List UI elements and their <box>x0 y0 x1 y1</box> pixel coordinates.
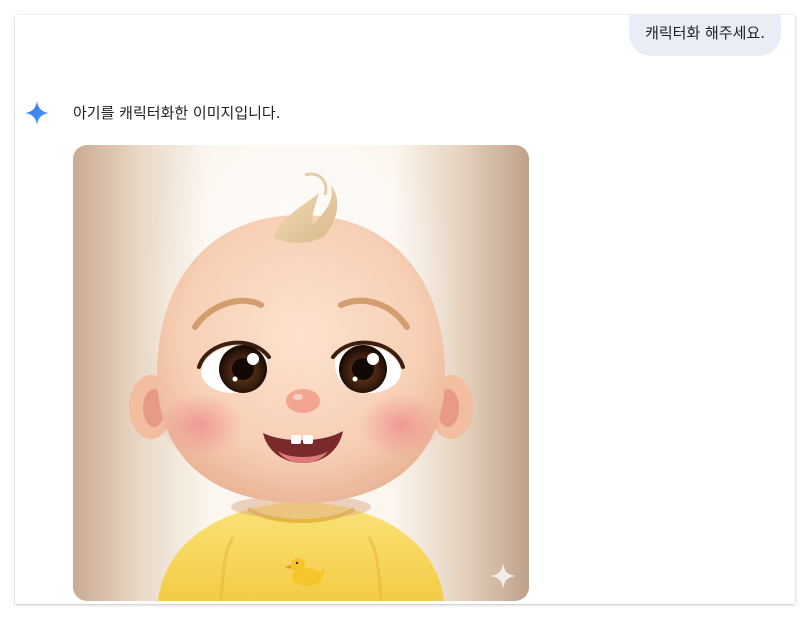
chat-window: 캐릭터화 해주세요. 아기를 캐릭터화한 이미지입니다. <box>15 15 795 604</box>
generated-image[interactable] <box>73 145 529 601</box>
baby-character-illustration <box>73 145 529 601</box>
assistant-response-text: 아기를 캐릭터화한 이미지입니다. <box>73 104 281 122</box>
gemini-sparkle-icon <box>25 101 49 125</box>
user-message-bubble: 캐릭터화 해주세요. <box>629 15 781 56</box>
user-message-text: 캐릭터화 해주세요. <box>645 24 765 42</box>
